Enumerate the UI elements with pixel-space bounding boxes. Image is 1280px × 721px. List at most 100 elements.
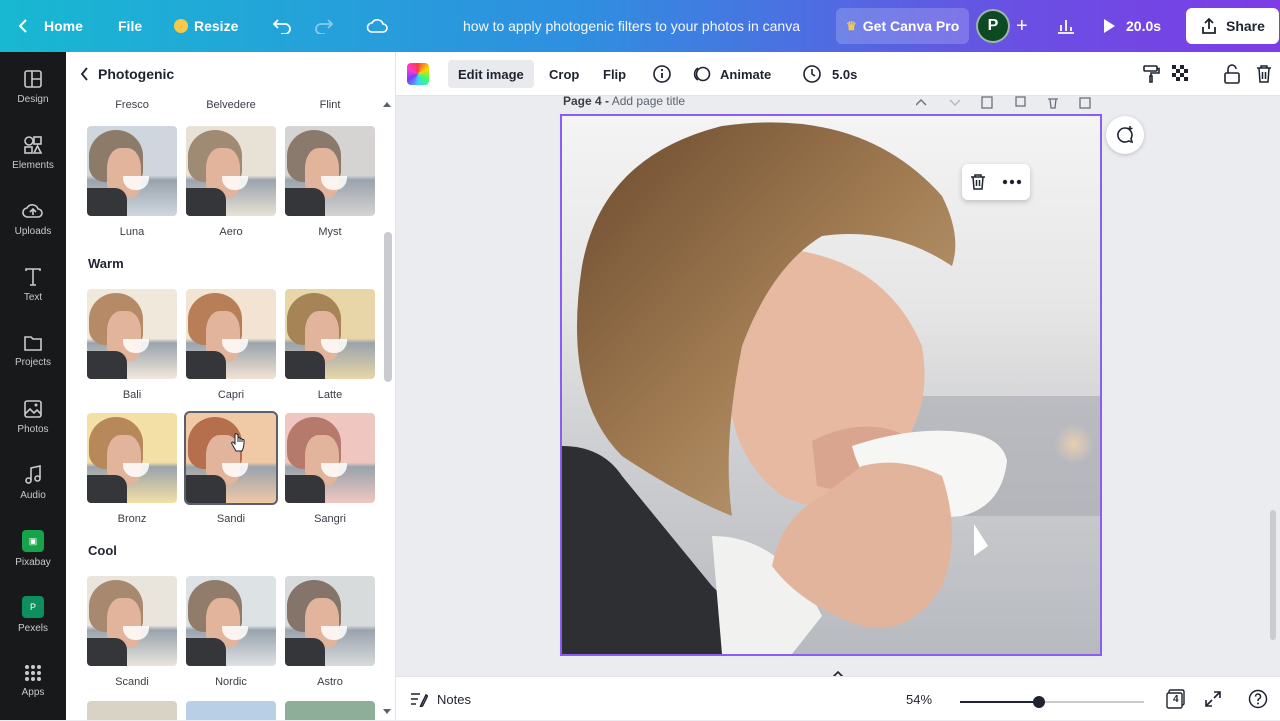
color-palette-icon[interactable] — [407, 63, 429, 85]
fullscreen-button[interactable] — [1204, 677, 1222, 721]
info-button[interactable] — [642, 60, 682, 88]
plus-icon: + — [1016, 14, 1028, 37]
sidebar-item-projects[interactable]: Projects — [0, 320, 66, 382]
page-title[interactable]: Page 4 - Add page title — [563, 94, 685, 108]
filter-thumbnail[interactable] — [186, 289, 276, 379]
filter-item-sandi[interactable]: Sandi — [184, 411, 278, 525]
timing-button[interactable]: 5.0s — [792, 60, 867, 88]
play-button[interactable]: 20.0s — [1096, 0, 1167, 52]
sidebar-item-design[interactable]: Design — [0, 56, 66, 118]
filter-label: Bali — [122, 389, 142, 401]
sidebar-item-elements[interactable]: Elements — [0, 122, 66, 184]
sidebar-item-text[interactable]: Text — [0, 254, 66, 316]
file-menu-button[interactable]: File — [118, 0, 142, 52]
cloud-save-button[interactable] — [366, 0, 388, 52]
filter-item-latte[interactable]: Latte — [285, 289, 375, 401]
filter-item-astro[interactable]: Astro — [285, 576, 375, 688]
insights-button[interactable] — [1056, 0, 1076, 52]
filter-thumbnail[interactable] — [87, 701, 177, 720]
filter-item-sangri[interactable]: Sangri — [285, 413, 375, 525]
zoom-value[interactable]: 54% — [906, 677, 932, 721]
filter-thumbnail[interactable] — [186, 701, 276, 720]
sidebar-item-photos[interactable]: Photos — [0, 386, 66, 448]
help-button[interactable] — [1248, 677, 1268, 721]
filter-item-capri[interactable]: Capri — [186, 289, 276, 401]
panel-scrollbar[interactable] — [384, 102, 392, 714]
filter-item-bronz[interactable]: Bronz — [87, 413, 177, 525]
filter-thumbnail[interactable] — [285, 701, 375, 720]
section-title-warm: Warm — [88, 256, 124, 271]
delete-button[interactable] — [1246, 60, 1280, 88]
get-canva-pro-button[interactable]: ♛ Get Canva Pro — [836, 8, 970, 44]
panel-back-button[interactable]: Photogenic — [66, 52, 396, 96]
sidebar-item-uploads[interactable]: Uploads — [0, 188, 66, 250]
page-controls-icon[interactable] — [916, 96, 1096, 110]
filter-item-myst[interactable]: Myst — [285, 126, 375, 238]
filter-label: Fresco — [115, 99, 149, 111]
user-avatar[interactable]: P — [976, 0, 1010, 52]
thumbnail-jacket — [285, 351, 325, 379]
scroll-up-icon[interactable] — [382, 100, 392, 108]
filter-item-bali[interactable]: Bali — [87, 289, 177, 401]
add-comment-button[interactable] — [1106, 116, 1144, 154]
animate-button[interactable]: Animate — [682, 60, 781, 88]
crop-button[interactable]: Crop — [539, 60, 589, 88]
filter-thumbnail[interactable] — [87, 576, 177, 666]
trash-icon[interactable] — [970, 173, 986, 191]
flip-button[interactable]: Flip — [593, 60, 636, 88]
zoom-slider-handle[interactable] — [1033, 696, 1046, 708]
filter-thumbnail[interactable] — [87, 126, 177, 216]
scroll-down-icon[interactable] — [382, 708, 392, 716]
filter-thumbnail[interactable] — [87, 289, 177, 379]
filter-label: Sangri — [314, 513, 346, 525]
filter-thumbnail[interactable] — [285, 576, 375, 666]
sidebar-item-pexels[interactable]: P Pexels — [0, 584, 66, 646]
filter-thumbnail[interactable] — [87, 413, 177, 503]
thumbnail-jacket — [186, 188, 226, 216]
filter-label: Nordic — [215, 676, 247, 688]
filter-thumbnail[interactable] — [186, 126, 276, 216]
redo-button[interactable] — [314, 0, 334, 52]
left-sidebar: Design Elements Uploads Text Projects Ph… — [0, 52, 66, 720]
home-button[interactable]: Home — [18, 0, 83, 52]
zoom-slider[interactable] — [960, 696, 1144, 708]
filter-label: Aero — [219, 226, 243, 238]
thumbnail-jacket — [285, 638, 325, 666]
filter-item-luna[interactable]: Luna — [87, 126, 177, 238]
filter-thumbnail[interactable] — [184, 411, 278, 505]
transparency-button[interactable] — [1162, 60, 1200, 88]
design-page[interactable] — [560, 114, 1102, 656]
canvas-scrollbar-thumb[interactable] — [1270, 510, 1276, 640]
resize-button[interactable]: Resize — [174, 0, 238, 52]
add-collaborator-button[interactable]: + — [1016, 0, 1028, 52]
document-title[interactable]: how to apply photogenic filters to your … — [463, 0, 800, 52]
canvas-scrollbar[interactable] — [1270, 100, 1276, 672]
more-options-icon[interactable] — [1002, 179, 1022, 185]
filter-item-aero[interactable]: Aero — [186, 126, 276, 238]
sidebar-item-audio[interactable]: Audio — [0, 452, 66, 514]
lock-button[interactable] — [1214, 60, 1250, 88]
edit-image-button[interactable]: Edit image — [448, 60, 534, 88]
sidebar-item-pixabay[interactable]: ▣ Pixabay — [0, 518, 66, 580]
share-icon — [1202, 17, 1216, 34]
bar-chart-icon — [1058, 20, 1074, 34]
filter-list[interactable]: Fresco Belvedere Flint Luna Aero Myst Warm B… — [66, 96, 382, 720]
canvas-area: Page 4 - Add page title — [396, 94, 1280, 678]
sidebar-item-apps[interactable]: Apps — [0, 650, 66, 712]
scrollbar-thumb[interactable] — [384, 232, 392, 382]
thumbnail-jacket — [87, 188, 127, 216]
page-grid-button[interactable]: 4 — [1166, 677, 1186, 721]
filter-thumbnail[interactable] — [285, 289, 375, 379]
undo-button[interactable] — [272, 0, 292, 52]
paint-roller-icon — [1143, 65, 1160, 83]
filter-item-scandi[interactable]: Scandi — [87, 576, 177, 688]
thumbnail-jacket — [285, 475, 325, 503]
filter-thumbnail[interactable] — [285, 413, 375, 503]
share-button[interactable]: Share — [1186, 8, 1279, 44]
resize-label: Resize — [194, 18, 239, 34]
filter-item-nordic[interactable]: Nordic — [186, 576, 276, 688]
filter-thumbnail[interactable] — [285, 126, 375, 216]
notes-button[interactable]: Notes — [410, 677, 471, 721]
animate-icon — [693, 66, 711, 82]
filter-thumbnail[interactable] — [186, 576, 276, 666]
